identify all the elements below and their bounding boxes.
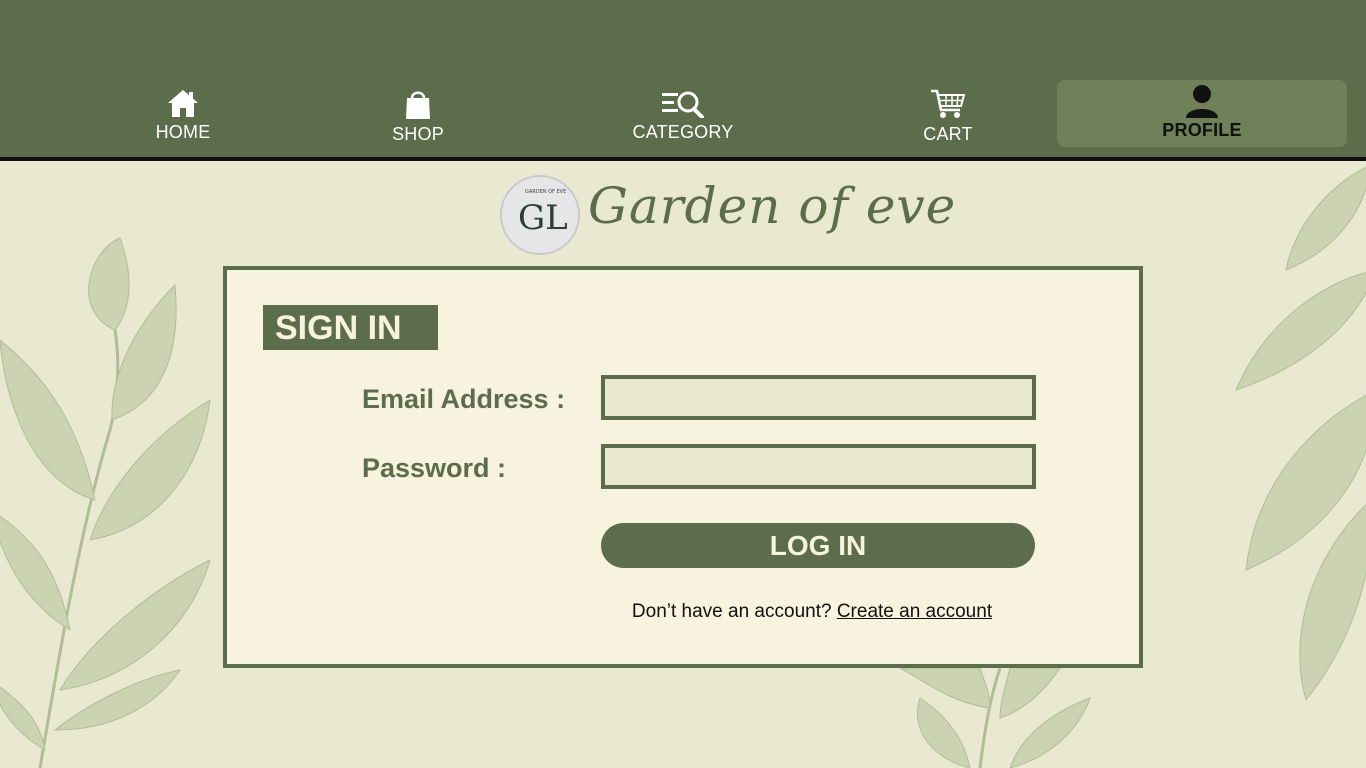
email-field[interactable] bbox=[601, 375, 1036, 420]
brand-name: Garden of eve bbox=[588, 177, 957, 235]
navbar-divider bbox=[0, 157, 1366, 161]
nav-cart-label: CART bbox=[923, 124, 973, 144]
create-account-link[interactable]: Create an account bbox=[837, 601, 992, 622]
nav-profile[interactable]: PROFILE bbox=[1057, 80, 1347, 147]
log-in-button[interactable]: LOG IN bbox=[601, 523, 1035, 568]
nav-shop-label: SHOP bbox=[392, 124, 444, 144]
nav-profile-label: PROFILE bbox=[1162, 120, 1242, 140]
nav-category-label: CATEGORY bbox=[632, 122, 734, 142]
email-label: Email Address : bbox=[362, 384, 566, 414]
logo-ring-text: GARDEN OF EVE bbox=[525, 189, 566, 195]
logo-emblem: GL GARDEN OF EVE bbox=[518, 189, 568, 238]
nav-cart[interactable]: CART bbox=[868, 88, 1028, 148]
nav-home-label: HOME bbox=[155, 122, 211, 142]
brand-header: GL GARDEN OF EVE Garden of eve bbox=[500, 173, 955, 261]
shopping-bag-icon bbox=[406, 91, 430, 119]
cart-icon bbox=[931, 89, 966, 118]
user-icon bbox=[1186, 85, 1218, 118]
no-account-text: Don’t have an account? bbox=[631, 601, 832, 622]
leaf-decoration-right bbox=[1235, 166, 1366, 702]
home-icon bbox=[168, 90, 198, 117]
nav-shop[interactable]: SHOP bbox=[338, 88, 498, 148]
sign-in-title: SIGN IN bbox=[263, 305, 438, 350]
signup-prompt: Don’t have an account? Create an account bbox=[227, 601, 1366, 623]
category-search-icon bbox=[662, 91, 704, 118]
brand-logo: GL GARDEN OF EVE bbox=[500, 175, 580, 255]
nav-home[interactable]: HOME bbox=[103, 88, 263, 148]
logo-letters: GL bbox=[518, 198, 568, 238]
password-label: Password : bbox=[362, 453, 507, 483]
leaf-decoration-left bbox=[0, 237, 211, 768]
leaf-decoration-bottom bbox=[899, 668, 1091, 768]
password-field[interactable] bbox=[601, 444, 1036, 489]
nav-category[interactable]: CATEGORY bbox=[603, 88, 763, 148]
sign-in-card: SIGN IN Email Address : Password : LOG I… bbox=[223, 266, 1143, 668]
